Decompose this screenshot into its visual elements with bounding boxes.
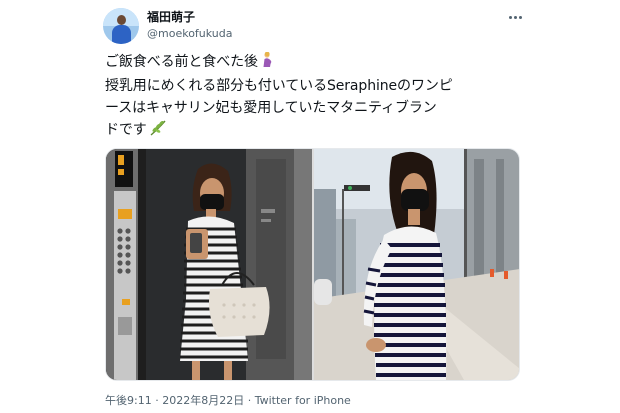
tweet-card: 福田萌子 @moekofukuda ご飯食べる前と食べた後 授乳用にめくれる部分… <box>0 0 620 413</box>
tweet-source[interactable]: Twitter for iPhone <box>255 394 351 407</box>
meta-separator-2: · <box>247 394 252 407</box>
tweet-line-4: ドです <box>105 119 530 143</box>
display-name[interactable]: 福田萌子 <box>147 9 195 25</box>
tweet-line-1: ご飯食べる前と食べた後 <box>105 51 530 75</box>
pregnant-woman-emoji-icon <box>260 51 274 75</box>
tweet-time[interactable]: 午後9:11 <box>105 394 152 407</box>
elevator-selfie-photo[interactable] <box>106 149 312 380</box>
tweet-line-3: ースはキャサリン妃も愛用していたマタニティブラン <box>105 100 437 116</box>
tweet-text: ご飯食べる前と食べた後 授乳用にめくれる部分も付いているSeraphineのワン… <box>105 51 530 143</box>
street-photo[interactable] <box>314 149 519 380</box>
tweet-date[interactable]: 2022年8月22日 <box>162 394 244 407</box>
meta-separator: · <box>155 394 159 407</box>
herb-emoji-icon <box>149 120 167 143</box>
avatar-head <box>117 15 126 25</box>
tweet-line-1-text: ご飯食べる前と食べた後 <box>105 54 258 70</box>
tweet-line-4-text: ドです <box>105 122 147 138</box>
user-handle[interactable]: @moekofukuda <box>147 27 233 41</box>
tweet-meta: 午後9:11 · 2022年8月22日 · Twitter for iPhone <box>105 394 351 408</box>
tweet-media[interactable] <box>105 148 520 381</box>
avatar-body <box>112 25 131 44</box>
profile-avatar[interactable] <box>103 8 139 44</box>
tweet-line-2: 授乳用にめくれる部分も付いているSeraphineのワンピ <box>105 78 453 94</box>
more-options-icon[interactable] <box>504 9 526 25</box>
